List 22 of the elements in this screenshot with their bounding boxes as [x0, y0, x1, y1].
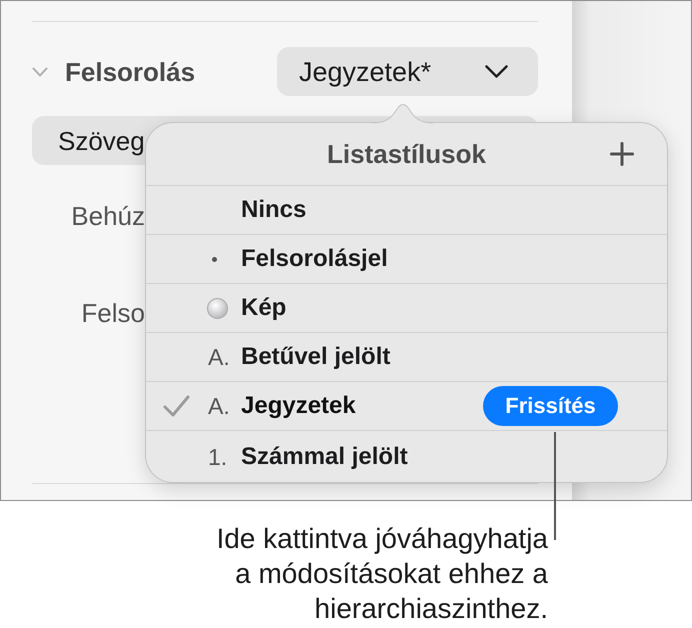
checkmark-icon	[163, 395, 190, 417]
list-style-option[interactable]: Nincs	[241, 195, 306, 225]
section-title: Felsorolás	[65, 56, 196, 88]
callout-text: Ide kattintva jóváhagyhatja a módosításokat ehhez a hierarchiaszinthez.	[216, 522, 548, 626]
plus-icon	[610, 142, 634, 166]
list-style-option[interactable]: Felsorolásjel	[241, 244, 388, 274]
list-style-option[interactable]: Kép	[241, 293, 286, 323]
field-label: Felso	[80, 297, 145, 329]
list-style-option[interactable]: Jegyzetek	[241, 391, 356, 421]
chevron-down-icon	[485, 65, 508, 78]
image-bullet-icon	[207, 298, 228, 318]
field-label: Behúz	[70, 200, 145, 232]
add-button[interactable]	[610, 142, 634, 166]
style-popup-button[interactable]: Jegyzetek*	[277, 47, 538, 96]
update-button[interactable]: Frissítés	[483, 386, 618, 426]
list-marker: A.	[208, 343, 230, 371]
bullet-icon	[212, 256, 217, 262]
list-marker: 1.	[208, 442, 228, 470]
popover-title: Listastílusok	[327, 138, 486, 170]
list-marker: A.	[208, 392, 230, 420]
list-style-option[interactable]: Betűvel jelölt	[241, 342, 390, 372]
list-style-option[interactable]: Számmal jelölt	[241, 442, 408, 472]
